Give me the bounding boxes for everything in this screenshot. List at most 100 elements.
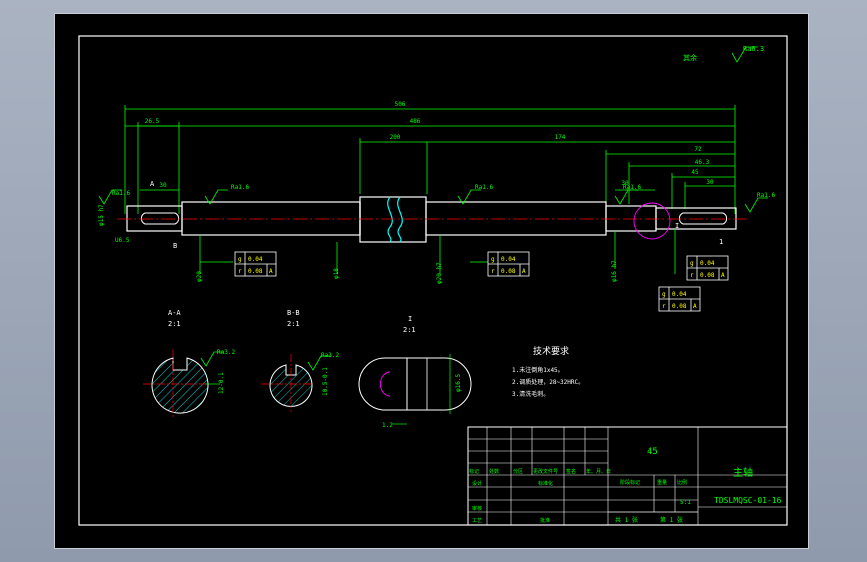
dim-200: 200: [390, 134, 401, 141]
note-2: 2.调质处理，28~32HRC。: [512, 378, 584, 386]
dia-mid-c: φ20 h7: [436, 262, 443, 284]
section-a: A-A 2:1 Ra3.2 12-0.1: [143, 309, 235, 418]
rev-h-1: 标记: [469, 468, 479, 475]
tol-rb-val2: 0.08: [672, 303, 687, 310]
tolerance-frame-middle: g 0.04 r 0.08 A: [487, 251, 530, 277]
tol-ra-sym2: r: [690, 272, 694, 279]
shaft-main-view: 506 486 26.5 200 174 72 46.3 45 30 30 30: [98, 101, 775, 284]
tol-left-sym2: r: [238, 268, 242, 275]
detail-width: 1.2: [382, 422, 393, 429]
tol-mid-sym1: g: [491, 256, 495, 263]
technical-notes: 技术要求 1.未注倒角1x45。 2.调质处理，28~32HRC。 3.清洗毛刺…: [512, 345, 584, 398]
tb-part-name: 主轴: [733, 466, 753, 479]
tb-standard: 标准化: [538, 480, 553, 487]
ra-center: Ra1.6: [475, 184, 493, 191]
ra-left-mid: Ra1.6: [231, 184, 249, 191]
cad-viewport[interactable]: 其余 Ra6.3 506 486 26.5 200 174 72 46.3 45…: [54, 13, 809, 549]
detail-title: I: [408, 315, 412, 323]
section-a-title: A-A: [168, 309, 181, 317]
tb-approve: 批准: [540, 517, 550, 524]
tol-ra-sym1: g: [690, 260, 694, 267]
tol-mid-ref: A: [522, 268, 526, 275]
tol-mid-val2: 0.08: [501, 268, 516, 275]
tol-left-val2: 0.08: [248, 268, 263, 275]
keyway-slots: [140, 212, 728, 225]
tb-process: 工艺: [472, 518, 482, 524]
default-roughness: 其余 Ra6.3: [683, 45, 764, 63]
section-b: B-B 2:1 Ra3.2 10.5-0.1: [261, 309, 339, 412]
ra-left-end: Ra1.6: [112, 190, 130, 197]
dim-174: 174: [555, 134, 566, 141]
drawing-canvas: 其余 Ra6.3 506 486 26.5 200 174 72 46.3 45…: [78, 35, 788, 526]
default-roughness-label: 其余: [683, 53, 697, 62]
tol-left-val1: 0.04: [248, 256, 263, 263]
tb-weight: 重量: [657, 479, 667, 486]
tolerance-frame-left: g 0.04 r 0.08 A: [234, 251, 277, 277]
detail-dim: φ16.5: [455, 374, 462, 392]
dimension-lines: [124, 105, 736, 214]
rev-h-6: 年、月、日: [586, 468, 611, 475]
section-a-scale: 2:1: [168, 320, 181, 328]
tol-left-sym1: g: [238, 256, 242, 263]
tb-drawing-no: TDSLMQSC-01-16: [714, 496, 782, 505]
title-block: 标记 处数 分区 更改文件号 签名 年、月、日 设计 标准化 审核 工艺 批准 …: [467, 426, 788, 526]
right-mark: 1: [719, 238, 723, 246]
rev-h-3: 分区: [513, 468, 523, 475]
tol-rb-val1: 0.04: [672, 291, 687, 298]
dim-72: 72: [694, 146, 702, 153]
dim-overall: 506: [395, 101, 406, 108]
section-b-scale: 2:1: [287, 320, 300, 328]
tol-ra-ref: A: [721, 272, 725, 279]
detail-circle: [633, 202, 671, 240]
tolerance-frame-right-b: g 0.04 r 0.08 A: [658, 286, 701, 312]
detail-scale: 2:1: [403, 326, 416, 334]
ra-right-mid: Ra1.6: [623, 184, 641, 191]
notes-title: 技术要求: [533, 345, 569, 357]
tb-sheet-no: 第 1 张: [660, 516, 683, 524]
ra-right-end: Ra1.6: [757, 192, 775, 199]
tolerance-frame-right-a: g 0.04 r 0.08 A: [686, 255, 729, 281]
dim-46-3: 46.3: [695, 159, 710, 166]
dim-30-right: 30: [706, 179, 714, 186]
section-b-mark: B: [173, 242, 177, 250]
dia-mid-b: φ18: [333, 268, 340, 279]
tb-ratio: 比例: [677, 479, 687, 486]
shaft-outline: [126, 196, 737, 243]
break-symbol: [387, 196, 403, 243]
dim-45: 45: [691, 169, 699, 176]
tol-mid-val1: 0.04: [501, 256, 516, 263]
tol-rb-sym2: r: [662, 303, 666, 310]
tol-rb-ref: A: [693, 303, 697, 310]
dim-left-slot: U6.5: [115, 237, 130, 244]
tol-ra-val2: 0.08: [700, 272, 715, 279]
note-3: 3.清洗毛刺。: [512, 390, 549, 398]
roughness-marks: [98, 189, 768, 213]
tol-mid-sym2: r: [491, 268, 495, 275]
tb-design: 设计: [472, 480, 482, 487]
tol-rb-sym1: g: [662, 291, 666, 298]
dim-486: 486: [410, 118, 421, 125]
dia-right: φ16 h7: [611, 260, 618, 282]
dim-30-left: 30: [159, 182, 167, 189]
detail-label: I: [675, 222, 679, 230]
rev-h-5: 签名: [566, 468, 576, 475]
note-1: 1.未注倒角1x45。: [512, 366, 564, 374]
dim-26-5: 26.5: [145, 118, 160, 125]
tol-ra-val1: 0.04: [700, 260, 715, 267]
rev-h-2: 处数: [489, 468, 499, 475]
default-roughness-value: Ra6.3: [743, 45, 764, 53]
detail-i: I 2:1 φ16.5 1.2: [358, 315, 472, 429]
section-b-ra: Ra3.2: [321, 352, 339, 359]
dia-mid-a: φ20: [196, 271, 203, 282]
tb-scale: 5:1: [680, 499, 691, 506]
section-b-dim: 10.5-0.1: [322, 367, 329, 396]
tb-stage: 阶段标记: [620, 479, 640, 486]
tb-review: 审核: [472, 505, 482, 512]
tb-sheet-total: 共 1 张: [615, 516, 638, 524]
dim-left-dia: φ15 h7: [98, 204, 105, 226]
section-a-dim: 12-0.1: [218, 372, 225, 394]
tol-left-ref: A: [269, 268, 273, 275]
section-a-ra: Ra3.2: [217, 349, 235, 356]
section-b-title: B-B: [287, 309, 300, 317]
tb-material: 45: [647, 447, 658, 457]
